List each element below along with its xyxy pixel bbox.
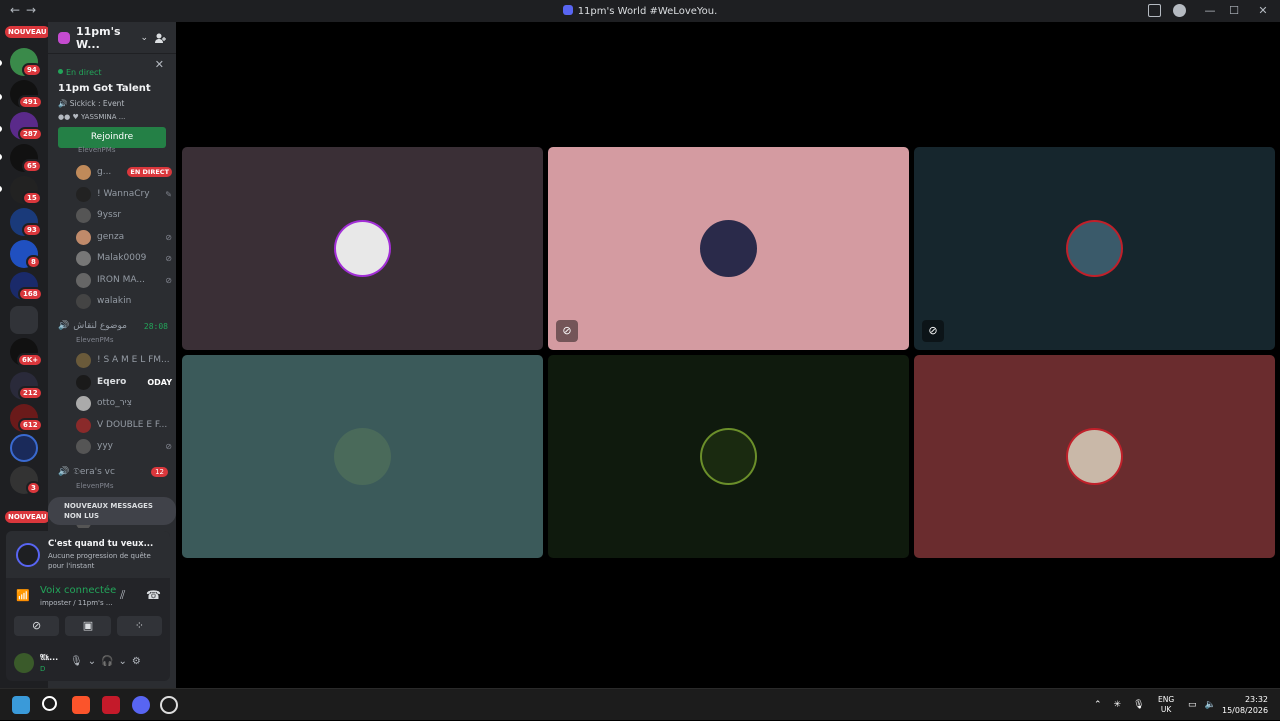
avatar <box>702 430 755 483</box>
help-icon[interactable] <box>1173 4 1186 17</box>
maximize-button[interactable]: ☐ <box>1222 0 1246 22</box>
voice-channel[interactable]: 🔊 موضوع لنقاش 28:08 <box>58 321 168 331</box>
mention-badge: 12 <box>151 467 168 477</box>
language-indicator[interactable]: ENG UK <box>1158 695 1174 715</box>
member-item[interactable]: Malak0009 ⊘ <box>76 249 172 267</box>
event-attendees: ●● ♥ YASSMINA ... <box>58 113 126 121</box>
member-item[interactable]: yyy ⊘ <box>76 437 172 455</box>
quest-card[interactable]: C'est quand tu veux... Aucune progressio… <box>6 531 170 578</box>
server-icon <box>58 31 70 44</box>
new-messages-pill[interactable]: NOUVEAUX MESSAGES NON LUS <box>48 497 176 525</box>
deafened-icon: ⊘ <box>165 275 172 285</box>
network-icon: ▭ <box>1188 700 1197 710</box>
new-badge[interactable]: NOUVEAU <box>5 511 50 523</box>
speaker-icon: 🔊 <box>58 467 70 477</box>
user-controls[interactable]: 🎙⌄🎧⌄⚙ <box>70 656 146 667</box>
participant-tile[interactable]: ⊘ <box>548 147 909 350</box>
discord-icon[interactable] <box>132 696 150 714</box>
participant-tile[interactable] <box>548 355 909 558</box>
user-panel: C'est quand tu veux... Aucune progressio… <box>6 531 170 681</box>
deafened-icon: ⊘ <box>165 253 172 263</box>
search-icon[interactable] <box>42 696 57 711</box>
live-dot <box>58 69 63 74</box>
avatar <box>702 222 755 275</box>
member-item[interactable]: IRON MA... ⊘ <box>76 271 172 289</box>
member-item[interactable]: Eqero ODAY <box>76 373 172 391</box>
channel-timer: 28:08 <box>143 321 168 331</box>
participant-tile[interactable]: ⊘ <box>914 147 1275 350</box>
invite-icon[interactable] <box>154 32 166 44</box>
camera-button[interactable]: ⊘ <box>14 616 60 636</box>
member-item[interactable]: 9yssr <box>76 206 172 224</box>
avatar <box>1068 222 1121 275</box>
activities-button[interactable]: ⁘ <box>116 616 162 636</box>
deafened-icon: ⊘ <box>165 232 172 242</box>
avatar <box>1068 430 1121 483</box>
server-name: 11pm's W... <box>76 24 121 51</box>
windows-start-icon[interactable] <box>12 696 30 714</box>
member-item[interactable]: g... EN DIRECT <box>76 163 172 181</box>
user-area: 𝔄𝔨... D 🎙⌄🎧⌄⚙ <box>14 651 164 677</box>
participant-tile[interactable] <box>182 147 543 350</box>
clock[interactable]: 23:32 15/08/2026 <box>1222 694 1268 716</box>
deafened-icon: ⊘ <box>922 320 944 342</box>
new-badge[interactable]: NOUVEAU <box>5 26 50 38</box>
member-item[interactable]: otto_צִיר <box>76 394 172 412</box>
server-icon[interactable] <box>10 434 38 462</box>
mic-icon: 🎙 <box>1133 700 1145 710</box>
noise-suppression-icon[interactable]: ⫽ <box>120 588 125 603</box>
taskbar: ⌃ ✳ 🎙 ENG UK ▭ 🔈 23:32 15/08/2026 <box>0 688 1280 720</box>
minimize-button[interactable]: — <box>1198 0 1222 22</box>
speaker-icon: 🔊 <box>58 321 70 331</box>
event-subtitle: 🔊 Sickick : Event <box>58 99 125 108</box>
app-icon[interactable] <box>102 696 120 714</box>
join-button[interactable]: Rejoindre <box>58 127 166 148</box>
brave-icon[interactable] <box>72 696 90 714</box>
voice-status: 📶 Voix connectée imposter / 11pm's ... ⫽… <box>16 585 161 607</box>
server-header[interactable]: 11pm's W... ⌄ <box>48 22 176 54</box>
signal-icon[interactable]: 📶 <box>16 589 30 602</box>
inbox-icon[interactable] <box>1148 4 1161 17</box>
system-tray[interactable]: ⌃ ✳ 🎙 <box>1094 689 1145 721</box>
folder-icon[interactable] <box>10 306 38 334</box>
title-bar: ←→ 11pm's World #WeLoveYou. — ☐ ✕ <box>0 0 1280 22</box>
settings-icon: ✳ <box>1113 700 1122 710</box>
disconnect-icon[interactable]: ☎ <box>146 588 161 602</box>
avatar[interactable] <box>14 653 34 673</box>
participant-tile[interactable] <box>914 355 1275 558</box>
window-title: 11pm's World #WeLoveYou. <box>0 5 1280 17</box>
member-item[interactable]: walakin <box>76 292 172 310</box>
member-item[interactable]: genza ⊘ <box>76 228 172 246</box>
avatar <box>336 222 389 275</box>
voice-channel[interactable]: 🔊 𝔇era's vc 12 <box>58 467 168 477</box>
volume-icon: 🔈 <box>1204 700 1216 710</box>
avatar <box>336 430 389 483</box>
app-icon[interactable] <box>160 696 178 714</box>
close-button[interactable]: ✕ <box>1246 0 1280 22</box>
chevron-down-icon: ⌄ <box>140 32 148 43</box>
quest-icon <box>16 543 40 567</box>
live-badge: EN DIRECT <box>127 167 172 177</box>
member-item[interactable]: ! WannaCry ✎ <box>76 185 172 203</box>
deafened-icon: ⊘ <box>556 320 578 342</box>
participant-tile[interactable] <box>182 355 543 558</box>
voice-stage: ⊘ ⊘ <box>176 22 1280 688</box>
deafened-icon: ⊘ <box>165 441 172 451</box>
screen-share-button[interactable]: ▣ <box>65 616 111 636</box>
network-volume[interactable]: ▭ 🔈 <box>1188 689 1216 721</box>
live-event-card: En direct ✕ 11pm Got Talent 🔊 Sickick : … <box>48 54 176 152</box>
close-icon[interactable]: ✕ <box>155 58 164 71</box>
server-icon <box>562 5 573 15</box>
chevron-up-icon: ⌃ <box>1094 700 1102 710</box>
member-item[interactable]: V DOUBLE E F... <box>76 416 172 434</box>
event-title: 11pm Got Talent <box>58 83 151 94</box>
member-item[interactable]: ! S A M E L FM... <box>76 351 172 369</box>
